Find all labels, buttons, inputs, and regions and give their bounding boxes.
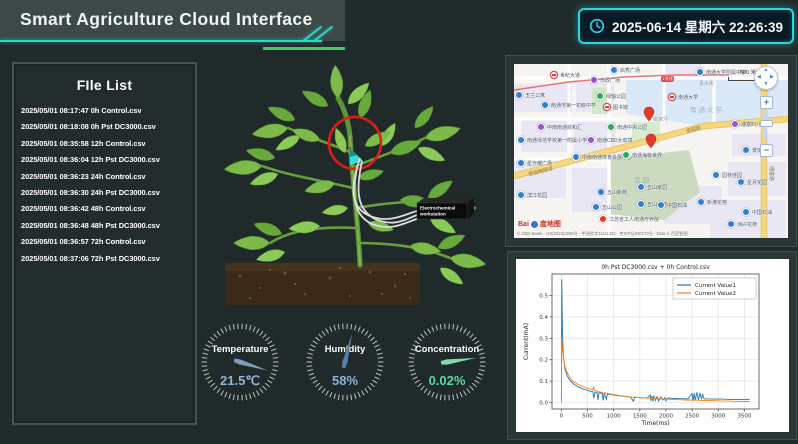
svg-text:0.2: 0.2 xyxy=(539,358,548,364)
plant-figure: Electrochemical workstation xyxy=(200,58,500,328)
svg-text:3500: 3500 xyxy=(737,414,751,420)
file-list-title: FIle List xyxy=(14,77,195,93)
svg-text:0.5: 0.5 xyxy=(539,293,548,299)
file-list-item[interactable]: 2025/05/01 08:35:58 12h Control.csv xyxy=(21,136,195,152)
gauge-value: 58% xyxy=(332,373,358,388)
file-list-item[interactable]: 2025/05/01 08:36:42 48h Control.csv xyxy=(21,201,195,217)
zoom-in-button[interactable]: + xyxy=(760,96,773,109)
gauge-value: 21.5℃ xyxy=(220,373,260,388)
file-list-item[interactable]: 2025/05/01 08:36:48 48h Pst DC3000.csv xyxy=(21,218,195,234)
baidu-logo: Bai 度地图 xyxy=(518,219,561,229)
svg-text:2500: 2500 xyxy=(685,414,699,420)
svg-text:Time(ms): Time(ms) xyxy=(640,420,669,427)
file-list-item[interactable]: 2025/05/01 08:17:47 0h Control.csv xyxy=(21,103,195,119)
baidu-paw-icon xyxy=(530,220,539,229)
svg-text:1000: 1000 xyxy=(607,414,621,420)
svg-text:0.4: 0.4 xyxy=(539,315,548,321)
header-underline xyxy=(0,40,322,42)
svg-text:Current Value2: Current Value2 xyxy=(695,291,736,297)
gauge-value: 0.02% xyxy=(429,373,466,388)
soil-strip xyxy=(225,263,420,305)
page-title: Smart Agriculture Cloud Interface xyxy=(20,9,313,30)
gauges-row: Temperature 21.5℃ Humidity 58% Concentra… xyxy=(192,317,512,417)
compass-control[interactable]: ▲▼ ◀▶ xyxy=(754,66,778,90)
chart-canvas: 0 500 1000 1500 2000 2500 3000 3500 0.0 0.1 0.2 0.3… xyxy=(516,259,789,432)
map-tiles xyxy=(514,64,788,238)
workstation-box: Electrochemical workstation xyxy=(417,198,474,219)
header-green-line xyxy=(263,47,345,50)
smart-agriculture-dashboard: Smart Agriculture Cloud Interface 2025-0… xyxy=(0,0,798,444)
workstation-label-line1: Electrochemical xyxy=(420,206,455,211)
datetime-text: 2025-06-14 星期六 22:26:39 xyxy=(612,16,783,36)
svg-text:3000: 3000 xyxy=(711,414,725,420)
zoom-out-button[interactable]: − xyxy=(760,144,773,157)
svg-text:1500: 1500 xyxy=(633,414,647,420)
file-list-item[interactable]: 2025/05/01 08:36:04 12h Pst DC3000.csv xyxy=(21,152,195,168)
svg-text:Current Value1: Current Value1 xyxy=(695,283,736,289)
file-list-item[interactable]: 2025/05/01 08:37:06 72h Pst DC3000.csv xyxy=(21,251,195,267)
svg-text:0.3: 0.3 xyxy=(539,336,548,342)
gauge-concentration: Concentration 0.02% xyxy=(402,317,492,407)
svg-text:0h Pst DC3000.csv + 0h Control: 0h Pst DC3000.csv + 0h Control.csv xyxy=(601,264,710,271)
map-attribution: © 2025 Baidu - GS(2023)3206号 - 甲测资字11111… xyxy=(517,231,688,237)
gauge-label: Concentration xyxy=(415,344,480,355)
chart-panel: 0 500 1000 1500 2000 2500 3000 3500 0.0 0.1 0.2 0.3… xyxy=(507,251,797,440)
map-panel: 世纪大道市政广场启秀广场南通大学附属中学贵头街玉兰公寓绿轴公园南通大学图书馆南通… xyxy=(505,55,797,247)
svg-text:500: 500 xyxy=(582,414,593,420)
metro-line-badge: 1号线 xyxy=(661,76,674,82)
datetime-badge: 2025-06-14 星期六 22:26:39 xyxy=(578,8,794,44)
workstation-label-line2: workstation xyxy=(419,212,446,217)
svg-text:2000: 2000 xyxy=(659,414,673,420)
gauge-label: Temperature xyxy=(212,344,269,355)
clock-icon xyxy=(589,18,605,34)
file-list-panel: FIle List 2025/05/01 08:17:47 0h Control… xyxy=(12,62,197,425)
gauge-needle xyxy=(234,358,269,373)
svg-text:0.1: 0.1 xyxy=(539,379,548,385)
file-list-item[interactable]: 2025/05/01 08:36:30 24h Pst DC3000.csv xyxy=(21,185,195,201)
file-list-item[interactable]: 2025/05/01 08:36:23 24h Control.csv xyxy=(21,169,195,185)
map-canvas[interactable]: 世纪大道市政广场启秀广场南通大学附属中学贵头街玉兰公寓绿轴公园南通大学图书馆南通… xyxy=(514,64,788,238)
file-list: 2025/05/01 08:17:47 0h Control.csv2025/0… xyxy=(14,103,195,267)
svg-text:0: 0 xyxy=(560,414,564,420)
current-chart: 0 500 1000 1500 2000 2500 3000 3500 0.0 0.1 0.2 0.3… xyxy=(516,259,789,432)
gauge-needle xyxy=(441,355,476,365)
gauge-temperature: Temperature 21.5℃ xyxy=(195,317,285,407)
zoom-slider-handle[interactable] xyxy=(760,120,773,127)
svg-text:Current(mA): Current(mA) xyxy=(523,323,530,360)
svg-text:0.0: 0.0 xyxy=(539,401,548,407)
file-list-item[interactable]: 2025/05/01 08:36:57 72h Control.csv xyxy=(21,234,195,250)
gauge-humidity: Humidity 58% xyxy=(300,317,390,407)
file-list-item[interactable]: 2025/05/01 08:18:08 0h Pst DC3000.csv xyxy=(21,119,195,135)
